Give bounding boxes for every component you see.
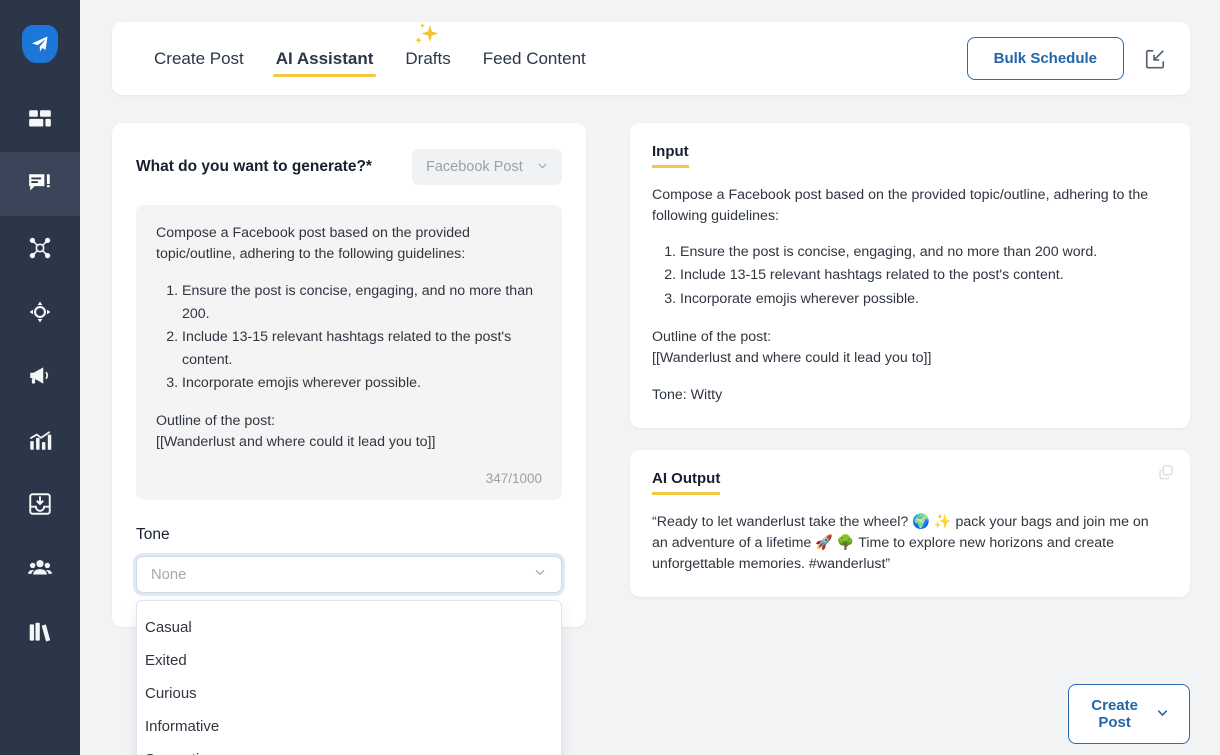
inbox-download-icon bbox=[27, 491, 53, 517]
prompt-textarea[interactable]: Compose a Facebook post based on the pro… bbox=[136, 205, 562, 500]
generate-question-label: What do you want to generate?* bbox=[136, 158, 372, 176]
spacer bbox=[652, 369, 1168, 385]
input-outline-value: [[Wanderlust and where could it lead you… bbox=[652, 348, 1168, 369]
sidebar-item-inbox[interactable] bbox=[0, 472, 80, 536]
app-logo[interactable] bbox=[0, 0, 80, 88]
prompt-guideline-3: Incorporate emojis wherever possible. bbox=[182, 372, 542, 395]
tone-option-casual[interactable]: Casual bbox=[137, 611, 561, 644]
generate-type-row: What do you want to generate?* Facebook … bbox=[136, 149, 562, 185]
chevron-down-icon bbox=[535, 158, 550, 177]
ai-output-panel-title: AI Output bbox=[652, 470, 720, 495]
input-guideline-1: Ensure the post is concise, engaging, an… bbox=[680, 241, 1168, 264]
main-area: Create Post AI Assistant Drafts Feed Con… bbox=[80, 0, 1220, 755]
preview-column: Input Compose a Facebook post based on t… bbox=[630, 123, 1190, 597]
tab-feed-content[interactable]: Feed Content bbox=[467, 39, 602, 79]
tone-label: Tone bbox=[136, 526, 562, 544]
input-guideline-3: Incorporate emojis wherever possible. bbox=[680, 288, 1168, 311]
content-area: What do you want to generate?* Facebook … bbox=[112, 123, 1190, 627]
prompt-guideline-2: Include 13-15 relevant hashtags related … bbox=[182, 326, 542, 372]
spacer bbox=[156, 395, 542, 411]
sidebar-item-content[interactable] bbox=[0, 152, 80, 216]
sidebar-item-dashboard[interactable] bbox=[0, 88, 80, 152]
ai-output-text: “Ready to let wanderlust take the wheel?… bbox=[652, 512, 1168, 575]
sidebar-item-analytics[interactable] bbox=[0, 408, 80, 472]
prompt-outline-value: [[Wanderlust and where could it lead you… bbox=[156, 432, 542, 453]
prompt-guidelines: Ensure the post is concise, engaging, an… bbox=[182, 280, 542, 395]
import-arrow-square-icon[interactable] bbox=[1142, 46, 1168, 72]
create-post-button[interactable]: Create Post bbox=[1068, 684, 1190, 744]
tab-list: Create Post AI Assistant Drafts Feed Con… bbox=[138, 39, 967, 79]
spacer bbox=[652, 311, 1168, 327]
tone-option-sarcastic[interactable]: Sarcastic bbox=[137, 743, 561, 755]
tone-select[interactable]: None bbox=[136, 556, 562, 593]
diamond-nav-icon bbox=[27, 299, 53, 325]
tone-select-placeholder: None bbox=[151, 567, 186, 583]
input-panel-title: Input bbox=[652, 143, 689, 168]
generator-column: What do you want to generate?* Facebook … bbox=[112, 123, 586, 627]
input-tone-line: Tone: Witty bbox=[652, 385, 1168, 406]
chat-compose-icon bbox=[27, 171, 53, 197]
create-post-label: Create Post bbox=[1091, 697, 1138, 731]
character-counter: 347/1000 bbox=[156, 471, 542, 486]
tone-option-curious[interactable]: Curious bbox=[137, 677, 561, 710]
tone-option-exited[interactable]: Exited bbox=[137, 644, 561, 677]
content-type-select[interactable]: Facebook Post bbox=[412, 149, 562, 185]
input-guidelines: Ensure the post is concise, engaging, an… bbox=[680, 241, 1168, 311]
chevron-down-icon bbox=[532, 564, 548, 585]
network-hub-icon bbox=[27, 235, 53, 261]
analytics-chart-icon bbox=[27, 427, 53, 453]
bulk-schedule-button[interactable]: Bulk Schedule bbox=[967, 37, 1124, 80]
tab-create-post[interactable]: Create Post bbox=[138, 39, 260, 79]
megaphone-icon bbox=[27, 363, 53, 389]
team-users-icon bbox=[27, 555, 53, 581]
prompt-guideline-1: Ensure the post is concise, engaging, an… bbox=[182, 280, 542, 326]
sidebar-item-discovery[interactable] bbox=[0, 280, 80, 344]
generator-card: What do you want to generate?* Facebook … bbox=[112, 123, 586, 627]
input-panel: Input Compose a Facebook post based on t… bbox=[630, 123, 1190, 428]
sidebar-item-automation[interactable] bbox=[0, 216, 80, 280]
input-outline-label: Outline of the post: bbox=[652, 327, 1168, 348]
tone-select-wrapper: None Casual Exited Curious Informa bbox=[136, 556, 562, 593]
top-navigation-bar: Create Post AI Assistant Drafts Feed Con… bbox=[112, 22, 1190, 95]
chevron-down-icon bbox=[1154, 704, 1171, 725]
dashboard-grid-icon bbox=[27, 107, 53, 133]
tab-ai-assistant[interactable]: AI Assistant bbox=[260, 39, 390, 79]
tone-dropdown-list: Casual Exited Curious Informative Sarcas… bbox=[136, 600, 562, 755]
sidebar-item-library[interactable] bbox=[0, 600, 80, 664]
content-type-value: Facebook Post bbox=[426, 159, 523, 175]
sidebar bbox=[0, 0, 80, 755]
prompt-intro: Compose a Facebook post based on the pro… bbox=[156, 223, 542, 266]
library-books-icon bbox=[27, 619, 53, 645]
paper-plane-icon bbox=[22, 25, 58, 63]
copy-icon[interactable] bbox=[1158, 464, 1174, 480]
ai-output-panel: AI Output “Ready to let wanderlust take … bbox=[630, 450, 1190, 597]
input-guideline-2: Include 13-15 relevant hashtags related … bbox=[680, 264, 1168, 287]
prompt-outline-label: Outline of the post: bbox=[156, 411, 542, 432]
app-root: Create Post AI Assistant Drafts Feed Con… bbox=[0, 0, 1220, 755]
sidebar-item-team[interactable] bbox=[0, 536, 80, 600]
sidebar-item-campaigns[interactable] bbox=[0, 344, 80, 408]
input-intro: Compose a Facebook post based on the pro… bbox=[652, 185, 1168, 227]
tab-drafts[interactable]: Drafts bbox=[389, 39, 466, 79]
tone-option-informative[interactable]: Informative bbox=[137, 710, 561, 743]
